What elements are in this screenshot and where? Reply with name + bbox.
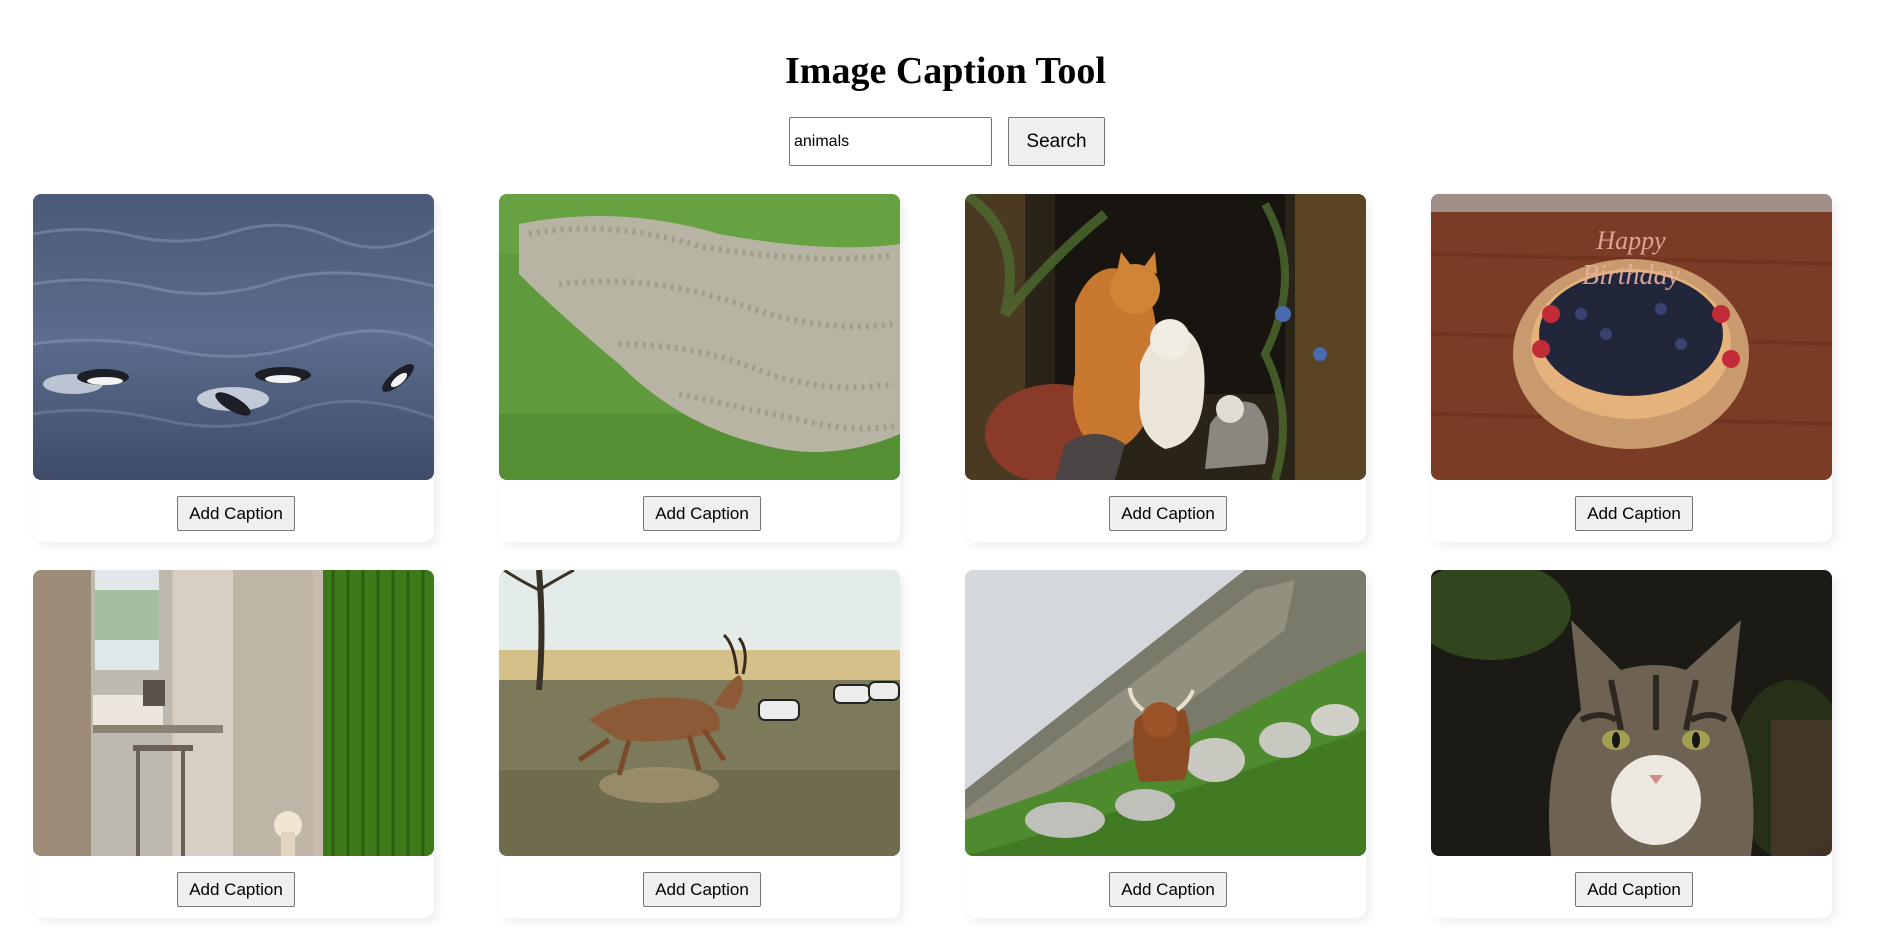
image-penguins[interactable] (33, 194, 434, 480)
search-button[interactable]: Search (1008, 117, 1105, 166)
image-cats-painting[interactable] (965, 194, 1366, 480)
svg-text:Birthday: Birthday (1582, 260, 1681, 291)
add-caption-button[interactable]: Add Caption (177, 496, 295, 531)
add-caption-button[interactable]: Add Caption (177, 872, 295, 907)
image-card: Happy Birthday Add Caption (1431, 194, 1832, 542)
add-caption-button[interactable]: Add Caption (1575, 872, 1693, 907)
image-card: Add Caption (965, 194, 1366, 542)
image-highland-cow[interactable] (965, 570, 1366, 856)
image-sheep-flock[interactable] (499, 194, 900, 480)
image-card: Add Caption (499, 570, 900, 918)
add-caption-button[interactable]: Add Caption (1575, 496, 1693, 531)
image-antelope-zebras[interactable] (499, 570, 900, 856)
add-caption-button[interactable]: Add Caption (643, 872, 761, 907)
image-tabby-kitten[interactable] (1431, 570, 1832, 856)
search-input[interactable] (789, 117, 992, 166)
add-caption-button[interactable]: Add Caption (1109, 872, 1227, 907)
add-caption-button[interactable]: Add Caption (643, 496, 761, 531)
image-birthday-cake[interactable]: Happy Birthday (1431, 194, 1832, 480)
add-caption-button[interactable]: Add Caption (1109, 496, 1227, 531)
image-card: Add Caption (33, 570, 434, 918)
image-card: Add Caption (1431, 570, 1832, 918)
image-grid: Add Caption Add Caption Add Caption Happ… (33, 194, 1832, 946)
image-card: Add Caption (499, 194, 900, 542)
svg-text:Happy: Happy (1595, 226, 1666, 255)
image-kitchen-interior[interactable] (33, 570, 434, 856)
image-card: Add Caption (965, 570, 1366, 918)
image-card: Add Caption (33, 194, 434, 542)
page-title: Image Caption Tool (785, 50, 1106, 92)
